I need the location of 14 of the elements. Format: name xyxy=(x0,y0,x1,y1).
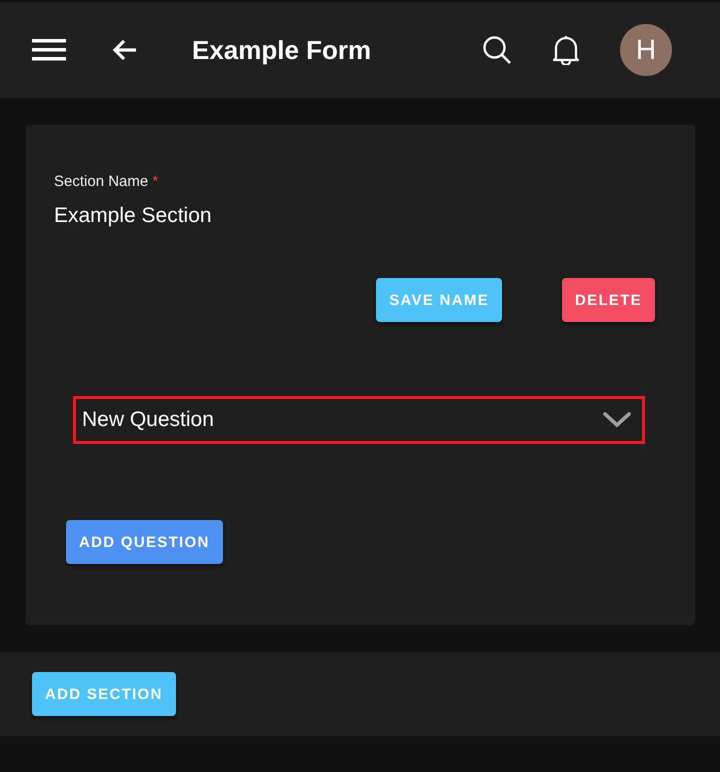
add-section-button[interactable]: ADD SECTION xyxy=(32,672,176,716)
field-label: Section Name * xyxy=(54,173,160,190)
section-name-field[interactable]: Example Section xyxy=(54,204,667,228)
question-title: New Question xyxy=(82,408,215,432)
save-button[interactable]: SAVE NAME xyxy=(376,278,502,322)
menu-icon[interactable] xyxy=(32,38,66,62)
avatar[interactable]: H xyxy=(620,24,672,76)
bell-icon[interactable] xyxy=(552,35,580,65)
page-title: Example Form xyxy=(192,34,372,66)
question-row[interactable]: New Question xyxy=(73,396,645,444)
delete-button[interactable]: DELETE xyxy=(562,278,655,322)
search-icon[interactable] xyxy=(482,35,512,65)
back-arrow-icon[interactable] xyxy=(112,38,138,62)
add-question-button[interactable]: ADD QUESTION xyxy=(66,520,223,564)
